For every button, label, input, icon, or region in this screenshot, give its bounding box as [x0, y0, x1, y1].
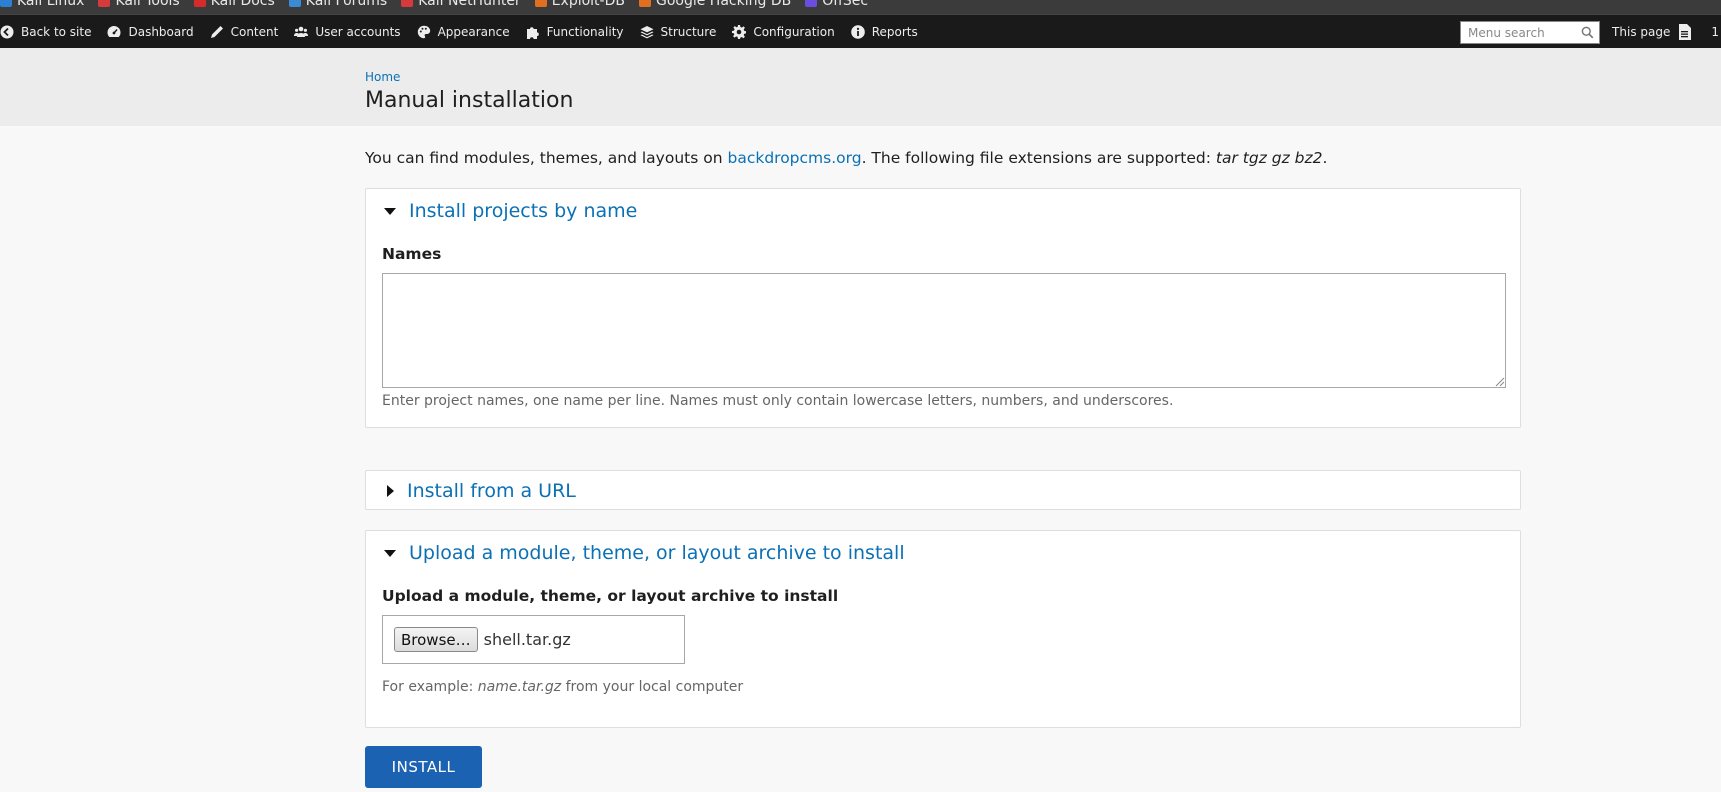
bookmark-label: Kali NetHunter	[418, 0, 521, 9]
admin-menu-label: Configuration	[753, 24, 835, 39]
intro-text-before: You can find modules, themes, and layout…	[365, 149, 728, 167]
upload-desc-suffix: from your local computer	[561, 679, 744, 695]
admin-menu-label: User accounts	[315, 24, 401, 39]
admin-menu-label: Back to site	[21, 24, 92, 39]
menu-search-input[interactable]	[1461, 22, 1600, 43]
admin-menu-back-to-site[interactable]: Back to site	[0, 15, 99, 49]
bookmark-item[interactable]: Kali NetHunter	[401, 0, 521, 11]
back-arrow-icon	[0, 25, 14, 38]
collapse-triangle-icon	[384, 549, 396, 557]
admin-menu-structure[interactable]: Structure	[632, 15, 725, 49]
this-page-menu[interactable]: This page	[1612, 15, 1692, 49]
install-by-name-legend: Install projects by name	[409, 200, 638, 222]
upload-desc-example: name.tar.gz	[477, 679, 562, 695]
intro-text-after: . The following file extensions are supp…	[861, 149, 1216, 167]
page-counter-value: 1	[1711, 25, 1719, 39]
admin-menu-label: Functionality	[546, 24, 624, 39]
users-icon	[294, 26, 309, 37]
collapse-triangle-icon	[384, 207, 396, 215]
fieldset-upload-archive: Upload a module, theme, or layout archiv…	[365, 530, 1521, 728]
bookmarks-bar: Kali Linux Kali Tools Kali Docs Kali Forums…	[0, 0, 1721, 14]
admin-menu-label: Reports	[871, 24, 918, 39]
bookmark-item[interactable]: Kali Docs	[193, 0, 275, 11]
search-icon[interactable]	[1581, 26, 1594, 39]
upload-archive-legend: Upload a module, theme, or layout archiv…	[409, 542, 905, 564]
pencil-icon	[210, 25, 223, 38]
ghdb-icon	[638, 0, 651, 7]
admin-menu-label: Structure	[660, 24, 717, 39]
admin-menu-functionality[interactable]: Functionality	[518, 15, 632, 49]
admin-menu-label: Appearance	[437, 24, 510, 39]
file-upload-field[interactable]: Browse… shell.tar.gz	[382, 615, 685, 664]
bookmark-label: Kali Forums	[305, 0, 388, 9]
offsec-icon	[805, 0, 818, 7]
admin-menu-content[interactable]: Content	[202, 15, 287, 49]
admin-menu-user-accounts[interactable]: User accounts	[286, 15, 408, 49]
bookmark-label: OffSec	[822, 0, 869, 9]
supported-extensions: tar tgz gz bz2	[1215, 149, 1323, 167]
breadcrumb[interactable]: Home	[365, 70, 400, 84]
names-label: Names	[382, 245, 442, 263]
bookmark-item[interactable]: Kali Linux	[0, 0, 84, 11]
bookmark-label: Kali Linux	[17, 0, 85, 9]
bookmark-label: Kali Docs	[210, 0, 275, 9]
selected-file-name: shell.tar.gz	[483, 630, 571, 649]
admin-menu-dashboard[interactable]: Dashboard	[99, 15, 201, 49]
dashboard-icon	[107, 25, 121, 37]
bookmark-item[interactable]: OffSec	[805, 0, 868, 11]
names-textarea[interactable]	[382, 273, 1506, 388]
kali-docs-icon	[193, 0, 206, 7]
kali-icon	[0, 0, 12, 7]
backdropcms-link[interactable]: backdropcms.org	[727, 149, 861, 167]
info-icon	[850, 24, 865, 39]
menu-search[interactable]	[1460, 20, 1601, 44]
fieldset-install-from-url: Install from a URL	[365, 470, 1521, 510]
upload-archive-toggle[interactable]: Upload a module, theme, or layout archiv…	[384, 542, 905, 564]
intro-end: .	[1322, 149, 1328, 167]
exploit-db-icon	[534, 0, 547, 7]
nethunter-icon	[401, 0, 414, 7]
admin-menu-appearance[interactable]: Appearance	[409, 15, 518, 49]
page-icon	[1679, 24, 1692, 40]
admin-menu-configuration[interactable]: Configuration	[724, 15, 842, 49]
install-by-name-toggle[interactable]: Install projects by name	[384, 200, 637, 222]
intro-text: You can find modules, themes, and layout…	[365, 148, 1327, 168]
puzzle-icon	[526, 26, 539, 39]
install-button[interactable]: INSTALL	[365, 746, 482, 788]
admin-toolbar: Back to site Dashboard Content User account…	[0, 14, 1721, 48]
resize-grip-icon[interactable]	[1495, 377, 1505, 387]
bookmark-label: Exploit-DB	[551, 0, 625, 9]
gear-icon	[732, 24, 747, 39]
upload-description: For example: name.tar.gz from your local…	[382, 679, 743, 695]
install-from-url-toggle[interactable]: Install from a URL	[384, 480, 576, 502]
bookmark-item[interactable]: Kali Tools	[98, 0, 180, 11]
upload-desc-prefix: For example:	[382, 679, 478, 695]
upload-archive-label: Upload a module, theme, or layout archiv…	[382, 587, 839, 605]
admin-menu-label: Dashboard	[128, 24, 194, 39]
page-header: Home Manual installation	[0, 48, 1721, 126]
admin-menu-reports[interactable]: Reports	[843, 15, 926, 49]
bookmark-item[interactable]: Kali Forums	[288, 0, 388, 11]
fieldset-install-by-name: Install projects by name Names Enter pro…	[365, 188, 1521, 428]
bookmark-label: Kali Tools	[115, 0, 180, 9]
this-page-label: This page	[1612, 25, 1671, 39]
bookmark-item[interactable]: Exploit-DB	[534, 0, 625, 11]
kali-tools-icon	[98, 0, 111, 7]
page-title: Manual installation	[365, 88, 574, 113]
kali-forums-icon	[288, 0, 301, 7]
palette-icon	[417, 25, 430, 38]
admin-menu-label: Content	[230, 24, 279, 39]
bookmark-item[interactable]: Google Hacking DB	[638, 0, 792, 11]
layers-icon	[640, 25, 653, 38]
expand-triangle-icon	[387, 485, 394, 497]
page-counter[interactable]: 1	[1691, 15, 1721, 49]
browse-button[interactable]: Browse…	[394, 627, 478, 652]
bookmark-label: Google Hacking DB	[655, 0, 792, 9]
install-from-url-legend: Install from a URL	[407, 480, 576, 502]
names-description: Enter project names, one name per line. …	[382, 393, 1174, 409]
